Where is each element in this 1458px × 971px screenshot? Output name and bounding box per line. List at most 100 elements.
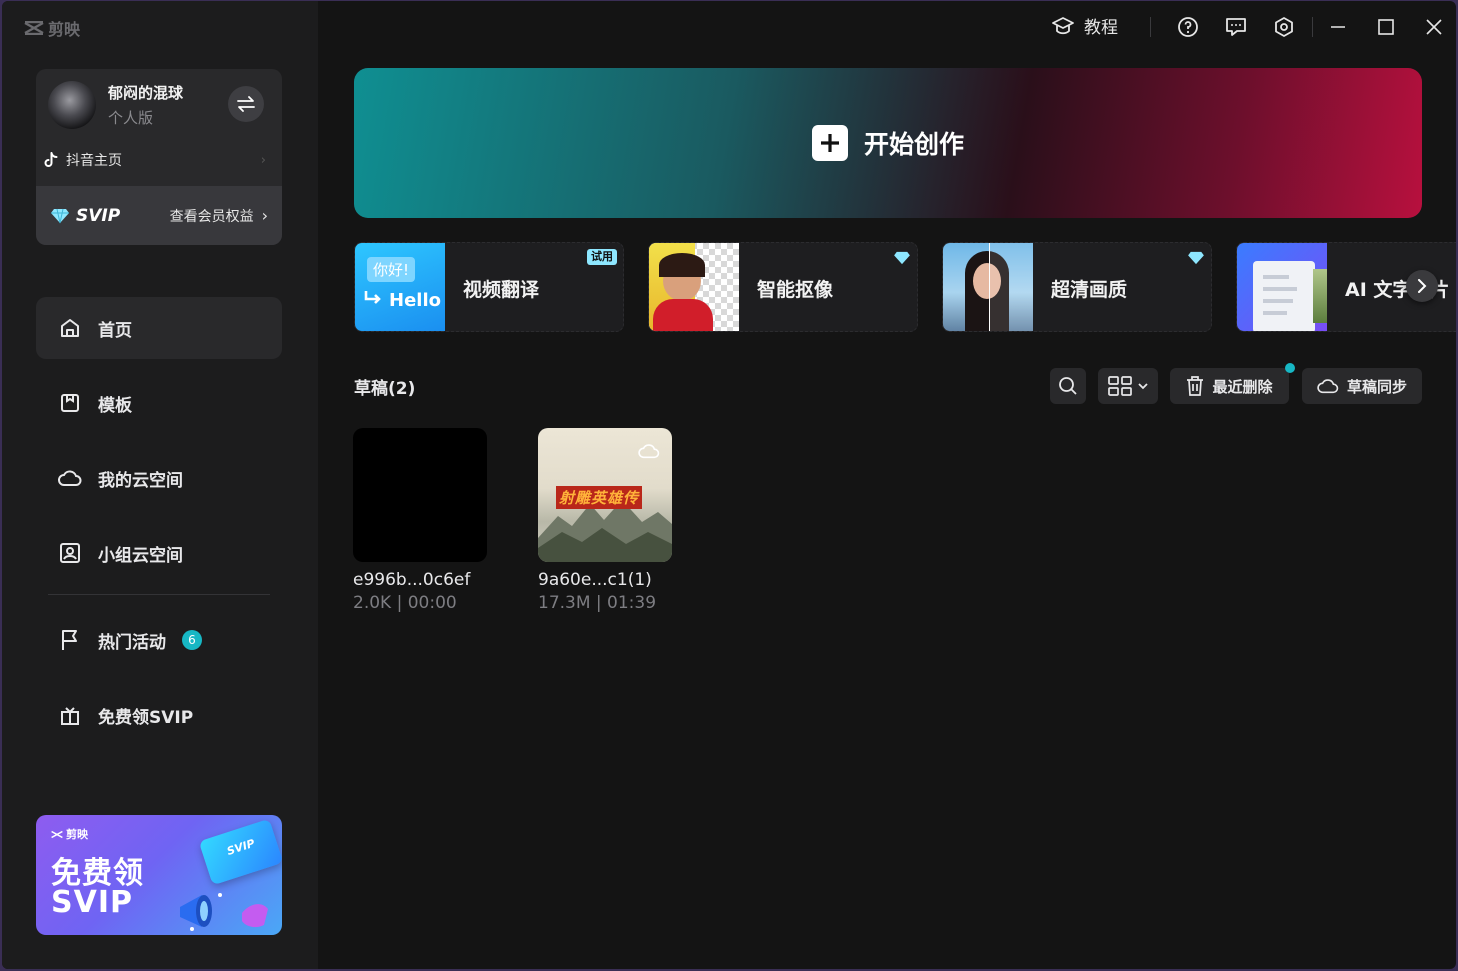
title-bar: 教程 [318, 1, 1456, 53]
tutorial-button[interactable]: 教程 [1052, 13, 1118, 38]
svip-benefits-link[interactable]: 查看会员权益 › [170, 206, 268, 226]
trial-tag: 试用 [587, 249, 617, 265]
nav-item-label: 热门活动 [98, 632, 166, 653]
draft-item[interactable]: 射雕英雄传 9a60e...c1(1) 17.3M | 01:39 [538, 428, 674, 613]
feature-card-video-translate[interactable]: 你好! Hello 视频翻译 试用 [354, 242, 624, 332]
diamond-icon [894, 251, 910, 265]
draft-name: 9a60e...c1(1) [538, 570, 652, 590]
capcut-logo-icon [24, 21, 44, 35]
free-svip-promo-banner[interactable]: 剪映 免费领 SVIP SVIP [36, 815, 282, 935]
cloud-icon [58, 466, 82, 490]
nav-item-free-svip[interactable]: 免费领SVIP [36, 684, 282, 746]
carousel-next-button[interactable] [1406, 270, 1438, 302]
feature-title: 视频翻译 [463, 279, 540, 301]
hd-quality-thumbnail [943, 243, 1033, 331]
maximize-icon [1378, 19, 1394, 35]
events-count-badge: 6 [182, 630, 202, 650]
arrow-return-icon [364, 291, 381, 304]
svip-label: SVIP [76, 205, 121, 226]
app-window: 剪映 郁闷的混球 个人版 抖音主页 › SVIP 查看会员权益 › 首页 模板 … [2, 1, 1456, 969]
minimize-button[interactable] [1326, 15, 1350, 39]
nav-item-label: 模板 [98, 395, 132, 416]
cloud-sync-icon [1317, 379, 1339, 394]
douyin-home-label: 抖音主页 [66, 153, 122, 169]
help-button[interactable] [1176, 15, 1200, 39]
nav-item-templates[interactable]: 模板 [36, 372, 282, 434]
nav-divider [48, 594, 270, 595]
chevron-right-icon: › [260, 152, 266, 168]
recently-deleted-label: 最近删除 [1212, 377, 1273, 396]
douyin-icon [44, 152, 58, 167]
thumb-text-english: Hello [363, 289, 441, 311]
start-creation-button[interactable]: 开始创作 [354, 68, 1422, 218]
view-mode-dropdown[interactable] [1098, 368, 1158, 404]
notification-dot [1285, 363, 1295, 373]
cloud-icon [638, 444, 660, 459]
swap-arrows-icon [237, 96, 255, 112]
smart-cutout-thumbnail [649, 243, 739, 331]
feature-card-smart-cutout[interactable]: 智能抠像 [648, 242, 918, 332]
draft-item[interactable]: e996b...0c6ef 2.0K | 00:00 [353, 428, 489, 613]
app-logo: 剪映 [24, 16, 80, 40]
draft-thumb-caption: 射雕英雄传 [556, 486, 643, 509]
trash-icon [1187, 376, 1204, 396]
nav-item-home[interactable]: 首页 [36, 297, 282, 359]
draft-sync-button[interactable]: 草稿同步 [1302, 368, 1422, 404]
title-bar-separator [1312, 17, 1313, 37]
feedback-button[interactable] [1224, 15, 1248, 39]
graduation-cap-icon [1052, 16, 1074, 34]
diamond-icon [1188, 251, 1204, 265]
title-bar-separator [1150, 17, 1151, 37]
draft-meta: 17.3M | 01:39 [538, 593, 657, 613]
diamond-icon [51, 208, 69, 223]
video-translate-thumbnail: 你好! Hello [355, 243, 445, 331]
close-button[interactable] [1422, 15, 1446, 39]
nav-item-my-cloud[interactable]: 我的云空间 [36, 447, 282, 509]
recently-deleted-button[interactable]: 最近删除 [1170, 368, 1289, 404]
draft-thumbnail[interactable] [353, 428, 487, 562]
user-name: 郁闷的混球 [108, 84, 184, 102]
thumb-text-chinese: 你好! [367, 257, 416, 282]
close-icon [1426, 19, 1442, 35]
chevron-right-icon [1418, 279, 1427, 293]
user-plan: 个人版 [108, 109, 154, 127]
team-cloud-icon [58, 541, 82, 565]
template-icon [58, 391, 82, 415]
start-creation-label: 开始创作 [863, 130, 964, 159]
drafts-title: 草稿(2) [354, 379, 416, 399]
svip-badge: SVIP [50, 206, 120, 226]
draft-thumbnail[interactable]: 射雕英雄传 [538, 428, 672, 562]
chevron-down-icon [1138, 383, 1148, 390]
avatar[interactable] [48, 81, 96, 129]
promo-card-text: SVIP [225, 836, 257, 858]
maximize-button[interactable] [1374, 15, 1398, 39]
switch-account-button[interactable] [228, 86, 264, 122]
search-icon [1059, 377, 1077, 395]
megaphone-icon [180, 893, 268, 931]
settings-button[interactable] [1272, 15, 1296, 39]
feature-card-hd-quality[interactable]: 超清画质 [942, 242, 1212, 332]
nav-item-team-cloud[interactable]: 小组云空间 [36, 522, 282, 584]
capcut-logo-icon [51, 830, 63, 838]
plus-icon [811, 125, 848, 161]
search-drafts-button[interactable] [1050, 368, 1086, 404]
nav-item-label: 免费领SVIP [98, 707, 194, 728]
promo-title-line2: SVIP [51, 885, 133, 920]
svip-row[interactable]: SVIP 查看会员权益 › [36, 186, 282, 245]
douyin-home-link[interactable]: 抖音主页 › [44, 149, 266, 171]
nav-item-events[interactable]: 热门活动 6 [36, 609, 282, 671]
app-name: 剪映 [48, 20, 81, 39]
draft-sync-label: 草稿同步 [1346, 377, 1407, 396]
draft-name: e996b...0c6ef [353, 570, 471, 590]
nav-item-label: 首页 [98, 320, 132, 341]
feature-title: 智能抠像 [757, 279, 834, 301]
svip-card-illustration: SVIP [198, 818, 282, 886]
home-icon [58, 316, 82, 340]
svip-benefits-label: 查看会员权益 [169, 208, 254, 225]
message-icon [1226, 18, 1246, 36]
tutorial-label: 教程 [1084, 18, 1118, 38]
feature-title: 超清画质 [1051, 279, 1128, 301]
flag-icon [58, 628, 82, 652]
sidebar: 剪映 郁闷的混球 个人版 抖音主页 › SVIP 查看会员权益 › 首页 模板 … [2, 1, 318, 969]
minimize-icon [1331, 26, 1345, 28]
